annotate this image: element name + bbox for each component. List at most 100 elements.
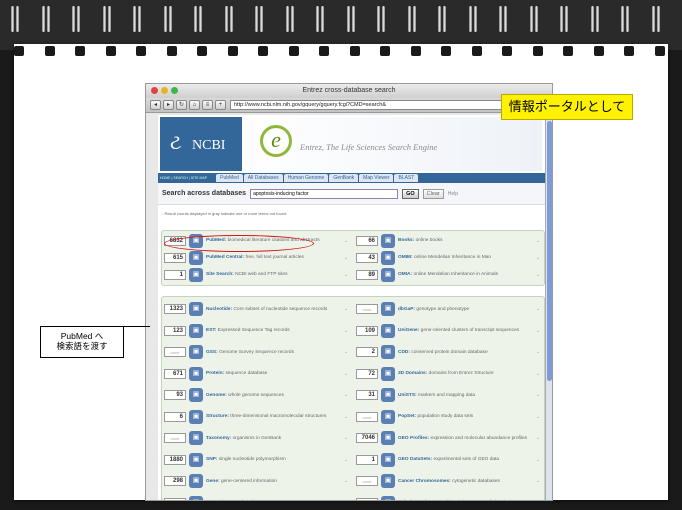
database-icon[interactable]: ▣ [381, 495, 395, 500]
zoom-window-button[interactable] [171, 87, 178, 94]
result-count[interactable]: 27 [164, 497, 186, 500]
result-count[interactable]: 109 [356, 325, 378, 336]
add-bookmark-button[interactable]: + [215, 100, 226, 110]
database-name-link[interactable]: OMIA: [398, 272, 412, 277]
database-name-link[interactable]: PopSet: [398, 414, 416, 419]
back-button[interactable]: ◂ [150, 100, 161, 110]
result-count[interactable]: 123 [164, 325, 186, 336]
result-count[interactable]: 16 [356, 497, 378, 500]
database-name-link[interactable]: Nucleotide: [206, 307, 232, 312]
database-name-link[interactable]: Structure: [206, 414, 229, 419]
result-count[interactable]: 6 [164, 411, 186, 422]
database-name-link[interactable]: EST: [206, 328, 216, 333]
expand-chevron-icon[interactable]: ⌄ [536, 457, 542, 463]
result-count[interactable]: 615 [164, 253, 186, 263]
database-icon[interactable]: ▣ [189, 323, 203, 338]
database-row[interactable]: 1 ▣ Site Search: NCBI web and FTP sites ⌄ [164, 267, 350, 283]
expand-chevron-icon[interactable]: ⌄ [344, 349, 350, 355]
result-count[interactable]: 1 [356, 454, 378, 465]
database-icon[interactable]: ▣ [189, 452, 203, 467]
database-name-link[interactable]: PubMed Central: [206, 255, 244, 260]
expand-chevron-icon[interactable]: ⌄ [344, 272, 350, 278]
database-icon[interactable]: ▣ [381, 323, 395, 338]
database-icon[interactable]: ▣ [381, 345, 395, 360]
bookmark-icon[interactable]: ≡ [202, 100, 213, 110]
result-count[interactable]: 43 [356, 253, 378, 263]
result-count[interactable]: 31 [356, 390, 378, 401]
database-name-link[interactable]: Genome: [206, 393, 227, 398]
database-icon[interactable]: ▣ [381, 409, 395, 424]
expand-chevron-icon[interactable]: ⌄ [536, 238, 542, 244]
database-row[interactable]: 89 ▣ OMIA: online Mendelian Inheritance in… [356, 267, 542, 283]
expand-chevron-icon[interactable]: ⌄ [536, 272, 542, 278]
database-icon[interactable]: ▣ [189, 474, 203, 489]
database-icon[interactable]: ▣ [381, 366, 395, 381]
database-icon[interactable]: ▣ [381, 452, 395, 467]
expand-chevron-icon[interactable]: ⌄ [344, 306, 350, 312]
database-icon[interactable]: ▣ [189, 431, 203, 446]
database-name-link[interactable]: Taxonomy: [206, 436, 231, 441]
database-row[interactable]: 7046 ▣ GEO Profiles: expression and molecu… [356, 428, 542, 449]
result-count[interactable]: none [164, 433, 186, 444]
result-count[interactable]: none [356, 411, 378, 422]
database-icon[interactable]: ▣ [189, 388, 203, 403]
tab-pubmed[interactable]: PubMed [216, 174, 243, 182]
database-name-link[interactable]: OMIM: [398, 255, 413, 260]
expand-chevron-icon[interactable]: ⌄ [536, 371, 542, 377]
result-count[interactable]: 89 [356, 270, 378, 280]
database-row[interactable]: 27▣SRA: Short Read Archive⌄ [164, 493, 350, 500]
database-row[interactable]: 123 ▣ EST: Expressed Sequence Tag records ⌄ [164, 321, 350, 342]
expand-chevron-icon[interactable]: ⌄ [536, 414, 542, 420]
tab-human-genome[interactable]: Human Genome [283, 174, 329, 182]
database-row[interactable]: 43 ▣ OMIM: online Mendelian Inheritance in… [356, 250, 542, 266]
database-row[interactable]: 72 ▣ 3D Domains: domains from Entrez Struc… [356, 364, 542, 385]
tab-all-databases[interactable]: All Databases [243, 174, 283, 182]
database-name-link[interactable]: GSS: [206, 350, 218, 355]
expand-chevron-icon[interactable]: ⌄ [344, 238, 350, 244]
result-count[interactable]: 7046 [356, 433, 378, 444]
database-name-link[interactable]: Gene: [206, 479, 220, 484]
database-icon[interactable]: ▣ [189, 366, 203, 381]
database-row[interactable]: none ▣ PopSet: population study data sets ⌄ [356, 407, 542, 428]
database-row[interactable]: none ▣ Cancer Chromosomes: cytogenetic dat… [356, 471, 542, 492]
database-row[interactable]: 93 ▣ Genome: whole genome sequences ⌄ [164, 385, 350, 406]
database-name-link[interactable]: Protein: [206, 371, 224, 376]
expand-chevron-icon[interactable]: ⌄ [536, 392, 542, 398]
database-row[interactable]: 6 ▣ Structure: three-dimensional macromole… [164, 407, 350, 428]
database-row[interactable]: 1880 ▣ SNP: single nucleotide polymorphism… [164, 450, 350, 471]
expand-chevron-icon[interactable]: ⌄ [536, 328, 542, 334]
database-row[interactable]: 66 ▣ Books: online books ⌄ [356, 233, 542, 249]
result-count[interactable]: 1323 [164, 304, 186, 315]
omia-icon[interactable]: ▣ [381, 268, 395, 282]
database-row[interactable]: 1 ▣ GEO DataSets: experimental sets of GEO… [356, 450, 542, 471]
address-bar[interactable]: http://www.ncbi.nlm.nih.gov/gquery/gquer… [230, 100, 532, 110]
result-count[interactable]: none [356, 304, 378, 315]
result-count[interactable]: 671 [164, 368, 186, 379]
tab-map-viewer[interactable]: Map Viewer [359, 174, 394, 182]
database-row[interactable]: 2 ▣ CDD: conserved protein domain database… [356, 342, 542, 363]
database-name-link[interactable]: Site Search: [206, 272, 234, 277]
database-icon[interactable]: ▣ [189, 495, 203, 500]
omim-icon[interactable]: ▣ [381, 251, 395, 265]
expand-chevron-icon[interactable]: ⌄ [536, 500, 542, 501]
database-name-link[interactable]: Books: [398, 238, 414, 243]
home-icon[interactable]: ⌂ [189, 100, 200, 110]
search-input[interactable]: apoptosis-inducing factor [250, 188, 399, 199]
result-count[interactable]: none [356, 476, 378, 487]
database-name-link[interactable]: SNP: [206, 457, 217, 462]
result-count[interactable]: 1 [164, 270, 186, 280]
database-name-link[interactable]: UniGene: [398, 328, 419, 333]
database-row[interactable]: 109 ▣ UniGene: gene-oriented clusters of t… [356, 321, 542, 342]
database-icon[interactable]: ▣ [189, 345, 203, 360]
database-icon[interactable]: ▣ [381, 388, 395, 403]
expand-chevron-icon[interactable]: ⌄ [536, 349, 542, 355]
expand-chevron-icon[interactable]: ⌄ [344, 392, 350, 398]
expand-chevron-icon[interactable]: ⌄ [536, 478, 542, 484]
help-link[interactable]: Help [448, 191, 458, 197]
result-count[interactable]: none [164, 347, 186, 358]
expand-chevron-icon[interactable]: ⌄ [344, 435, 350, 441]
vertical-scrollbar[interactable] [545, 113, 552, 500]
expand-chevron-icon[interactable]: ⌄ [344, 414, 350, 420]
database-row[interactable]: none ▣ dbGaP: genotype and phenotype ⌄ [356, 299, 542, 320]
expand-chevron-icon[interactable]: ⌄ [536, 435, 542, 441]
